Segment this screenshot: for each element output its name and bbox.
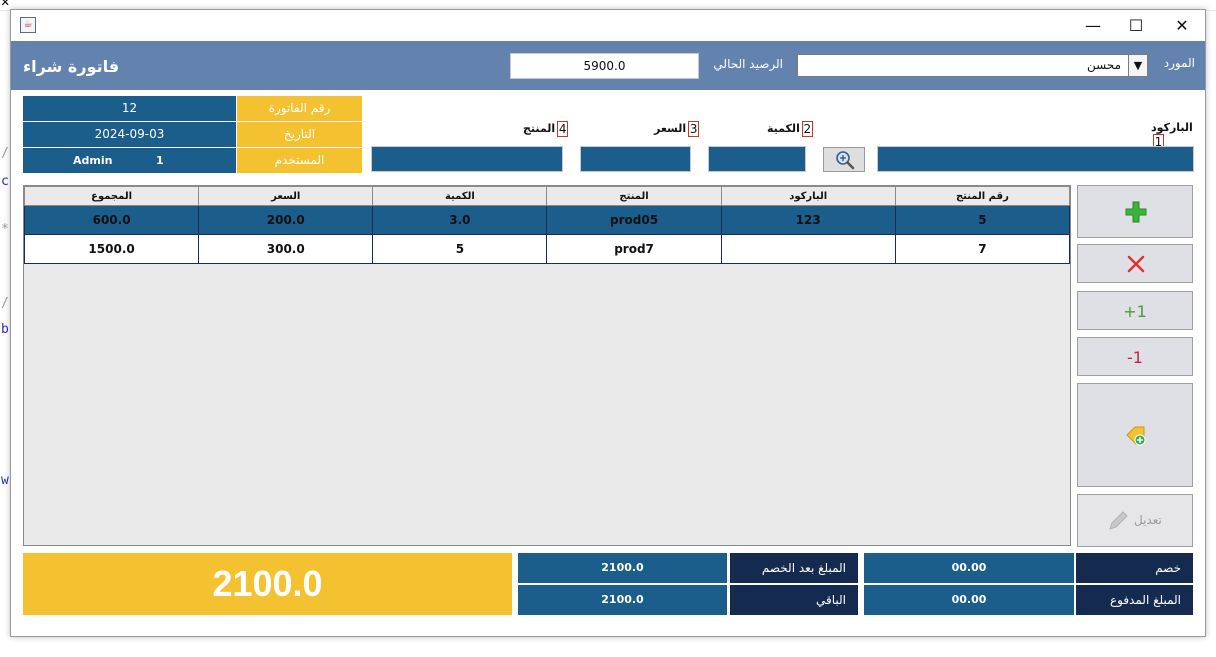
table-cell: prod05 bbox=[546, 205, 722, 235]
invoice-date-label: التاريخ bbox=[237, 122, 362, 147]
remaining-label: الباقي bbox=[730, 585, 858, 615]
maximize-button[interactable]: ☐ bbox=[1113, 10, 1159, 41]
close-icon bbox=[1127, 255, 1145, 273]
table-cell: 3.0 bbox=[372, 205, 548, 235]
table-header-row: المجموع السعر الكمية المنتج الباركود رقم… bbox=[23, 186, 1071, 206]
supplier-label: المورد bbox=[1163, 56, 1195, 70]
bg-char: / bbox=[1, 146, 9, 161]
table-row[interactable]: 1500.0 300.0 5 prod7 7 bbox=[23, 234, 1071, 264]
price-input[interactable] bbox=[580, 146, 691, 172]
search-icon bbox=[836, 151, 855, 170]
table-cell: 123 bbox=[720, 205, 896, 235]
bg-char: c bbox=[1, 174, 9, 189]
table-cell: 5 bbox=[894, 205, 1071, 235]
table-cell: 7 bbox=[894, 234, 1071, 264]
invoice-number-value: 12 bbox=[23, 96, 236, 121]
decrement-button[interactable]: -1 bbox=[1077, 337, 1193, 376]
edit-label: تعديل bbox=[1134, 513, 1162, 527]
quantity-input[interactable] bbox=[708, 146, 806, 172]
invoice-user-label: المستخدم bbox=[237, 148, 362, 173]
paid-input[interactable]: 00.00 bbox=[864, 585, 1074, 615]
price-label: السعر 3 bbox=[654, 121, 700, 137]
table-cell: 300.0 bbox=[198, 234, 374, 264]
tag-add-icon bbox=[1126, 426, 1146, 446]
table-cell: 200.0 bbox=[198, 205, 374, 235]
column-header[interactable]: الكمية bbox=[372, 186, 548, 206]
table-cell: prod7 bbox=[546, 234, 722, 264]
quantity-label: الكمية 2 bbox=[767, 121, 813, 137]
header-bar: فاتورة شراء 5900.0 الرصيد الحالي محسن ▼ … bbox=[11, 41, 1205, 90]
invoice-number-label: رقم الفاتورة bbox=[237, 96, 362, 121]
bg-char: b bbox=[1, 322, 9, 337]
bg-char: w bbox=[1, 473, 9, 488]
column-header[interactable]: الباركود bbox=[720, 186, 896, 206]
column-header[interactable]: رقم المنتج bbox=[894, 186, 1071, 206]
discount-input[interactable]: 00.00 bbox=[864, 553, 1074, 583]
table-cell: 600.0 bbox=[23, 205, 200, 235]
table-cell: 5 bbox=[372, 234, 548, 264]
increment-label: +1 bbox=[1123, 302, 1147, 321]
pencil-icon bbox=[1109, 511, 1128, 530]
bg-char: / bbox=[1, 296, 9, 311]
add-tag-button[interactable] bbox=[1077, 383, 1193, 487]
invoice-date-value: 2024-09-03 bbox=[23, 122, 236, 147]
user-name: Admin bbox=[73, 154, 113, 167]
grand-total: 2100.0 bbox=[23, 553, 512, 615]
current-balance-field: 5900.0 bbox=[510, 53, 699, 79]
discount-label: خصم bbox=[1076, 553, 1193, 583]
column-header[interactable]: المنتج bbox=[546, 186, 722, 206]
delete-item-button[interactable] bbox=[1077, 244, 1193, 283]
bg-close-mark: ✕ bbox=[1, 0, 10, 10]
minimize-button[interactable]: — bbox=[1070, 10, 1116, 41]
table-row[interactable]: 600.0 200.0 3.0 prod05 123 5 bbox=[23, 205, 1071, 235]
page-title: فاتورة شراء bbox=[23, 57, 120, 76]
remaining-value: 2100.0 bbox=[518, 585, 727, 615]
column-header[interactable]: المجموع bbox=[23, 186, 200, 206]
product-input[interactable] bbox=[371, 146, 563, 172]
increment-button[interactable]: +1 bbox=[1077, 291, 1193, 330]
table-cell bbox=[720, 234, 896, 264]
close-window-button[interactable]: ✕ bbox=[1159, 10, 1205, 41]
paid-label: المبلغ المدفوع bbox=[1076, 585, 1193, 615]
product-label: المنتج 4 bbox=[523, 121, 569, 137]
column-header[interactable]: السعر bbox=[198, 186, 374, 206]
user-id: 1 bbox=[156, 154, 164, 167]
purchase-invoice-window: ☕ — ☐ ✕ فاتورة شراء 5900.0 الرصيد الحالي… bbox=[10, 9, 1206, 637]
barcode-input[interactable] bbox=[877, 146, 1194, 172]
table-cell: 1500.0 bbox=[23, 234, 200, 264]
title-bar: ☕ — ☐ ✕ bbox=[11, 10, 1205, 41]
after-discount-value: 2100.0 bbox=[518, 553, 727, 583]
edit-button[interactable]: تعديل bbox=[1077, 494, 1193, 547]
decrement-label: -1 bbox=[1127, 348, 1143, 367]
items-table: المجموع السعر الكمية المنتج الباركود رقم… bbox=[23, 185, 1071, 546]
balance-label: الرصيد الحالي bbox=[713, 57, 783, 71]
search-button[interactable] bbox=[823, 147, 865, 172]
add-item-button[interactable] bbox=[1077, 185, 1193, 238]
after-discount-label: المبلغ بعد الخصم bbox=[730, 553, 858, 583]
bg-char: * bbox=[1, 222, 9, 237]
supplier-value: محسن bbox=[1086, 58, 1121, 72]
invoice-user-value: Admin 1 bbox=[23, 148, 236, 173]
supplier-dropdown[interactable]: محسن ▼ bbox=[797, 54, 1148, 77]
java-app-icon: ☕ bbox=[20, 17, 36, 33]
chevron-down-icon[interactable]: ▼ bbox=[1128, 55, 1147, 76]
plus-icon bbox=[1125, 201, 1147, 223]
